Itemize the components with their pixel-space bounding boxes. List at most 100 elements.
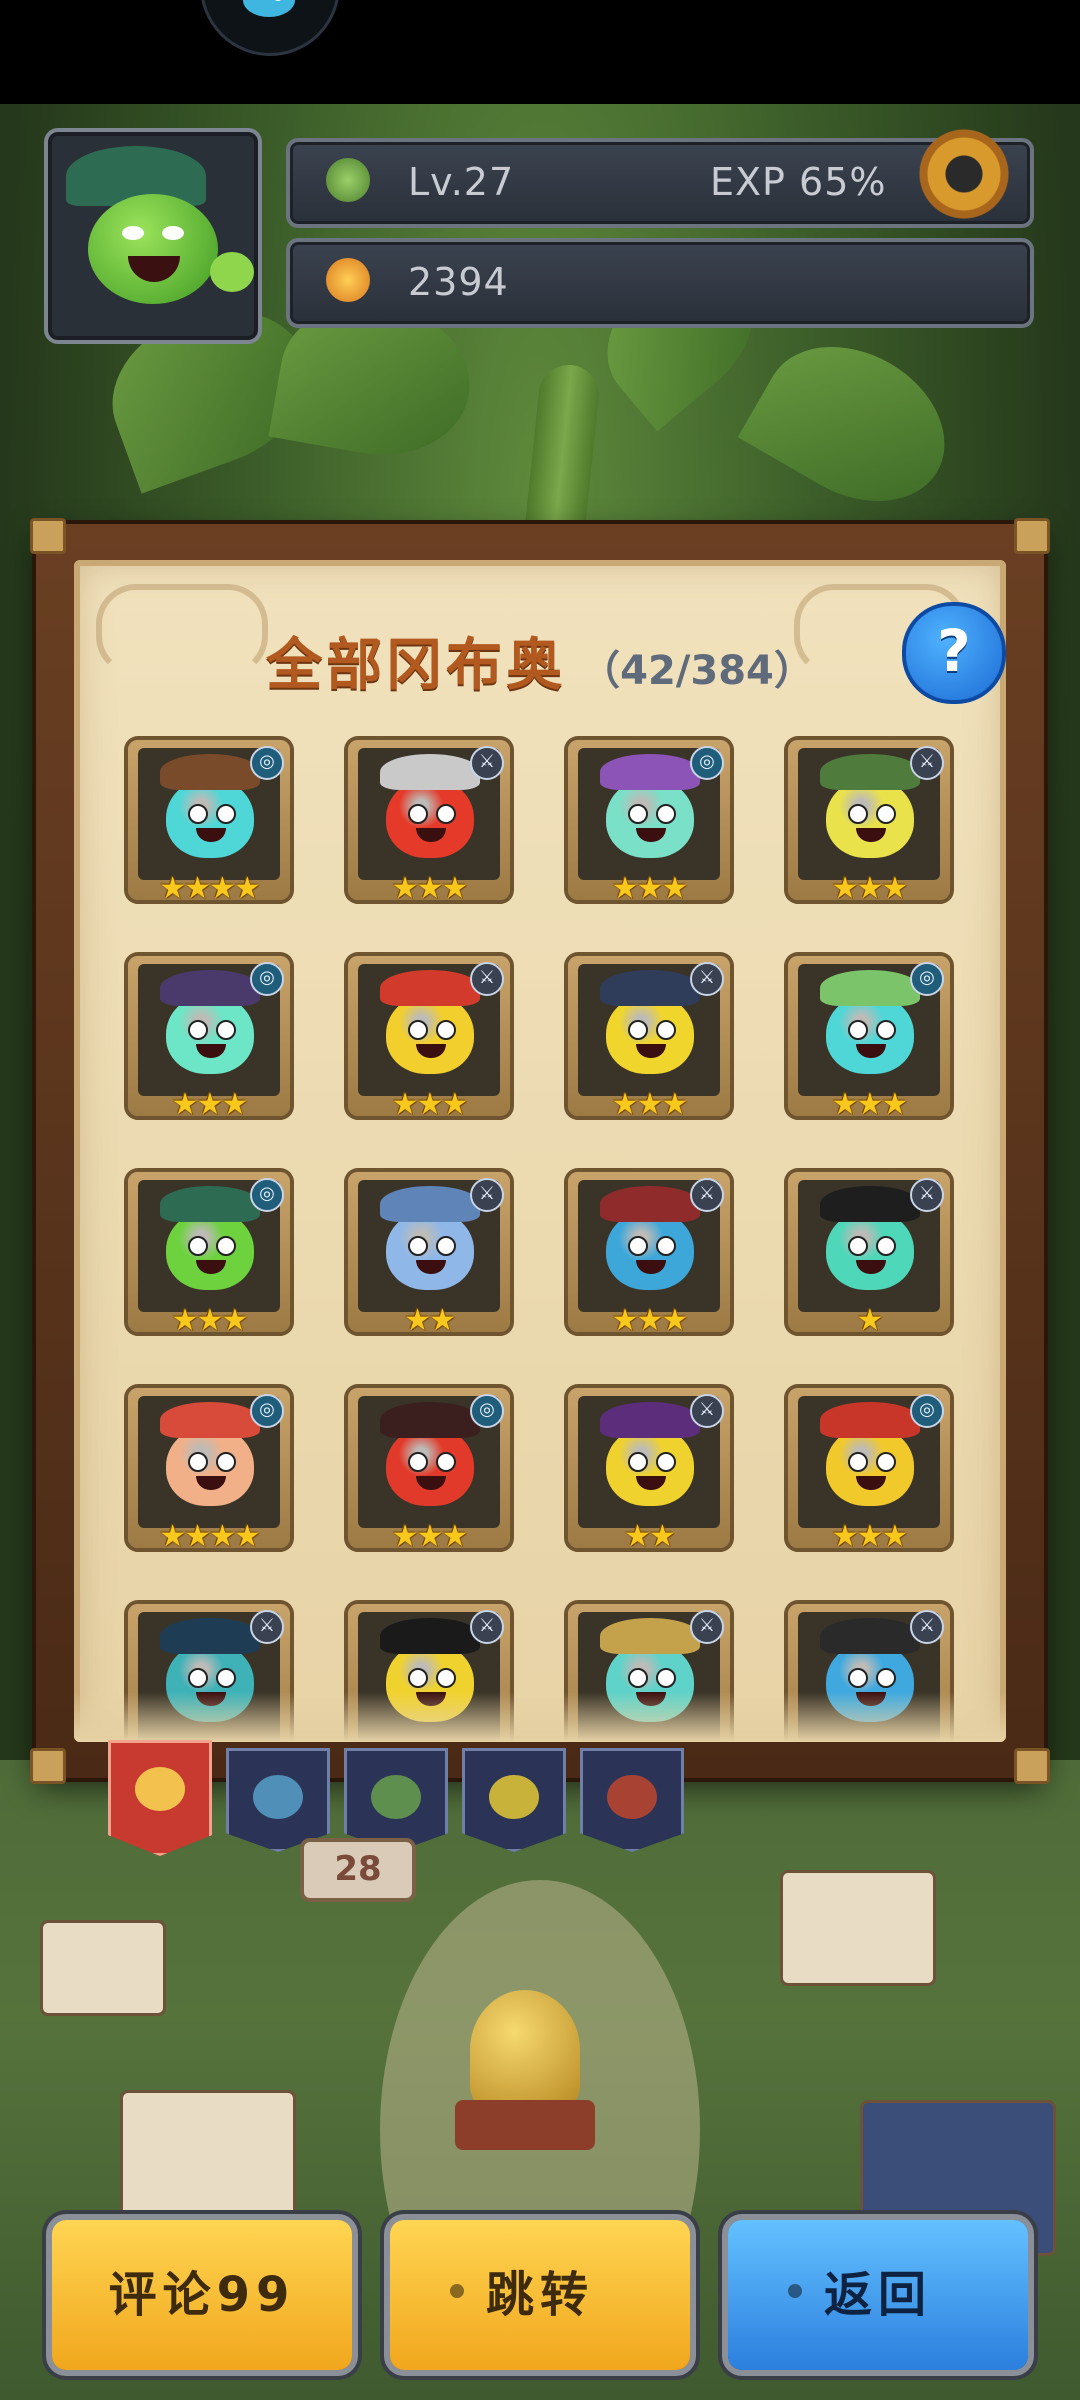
grid-fade [74,1692,1006,1742]
house [120,2090,296,2236]
currency-bar: 2394 [286,238,1034,328]
monster-hat [600,970,700,1006]
star-rating: ★★★ [611,1303,689,1338]
tab-all-icon [135,1767,185,1811]
monster-hat [160,970,260,1006]
monster-hat [380,754,480,790]
monster-body [166,1426,254,1506]
spiral-badge-icon: ◎ [250,1394,284,1428]
player-avatar[interactable] [44,128,262,344]
monster-card[interactable]: ◎ ★★★★ [128,1388,290,1554]
tab-blue-icon [253,1775,303,1819]
gear-icon[interactable] [910,120,1018,228]
spiral-badge-icon: ◎ [250,1178,284,1212]
star-rating: ★★★★ [159,871,261,906]
star-rating: ★★★ [391,871,469,906]
monster-body [606,778,694,858]
monster-body [386,1426,474,1506]
sword-badge-icon: ⚔ [690,1178,724,1212]
help-icon: ? [937,617,971,685]
fruit-currency-icon [326,258,370,302]
monster-card[interactable]: ◎ ★★★ [788,956,950,1122]
monster-card[interactable]: ◎ ★★★ [128,1172,290,1338]
monster-card[interactable]: ⚔ ★★ [568,1388,730,1554]
monster-body [166,1210,254,1290]
monster-card[interactable]: ⚔ ★★★ [348,740,510,906]
spiral-badge-icon: ◎ [250,962,284,996]
sword-badge-icon: ⚔ [470,1610,504,1644]
monster-card[interactable]: ◎ ★★★ [788,1388,950,1554]
monster-hat [160,754,260,790]
monster-card[interactable]: ⚔ ★★★ [568,956,730,1122]
currency-amount: 2394 [408,260,509,304]
star-rating: ★ [856,1303,884,1338]
floor-sign: 28 [300,1838,416,1902]
avatar-pet [210,252,254,292]
tab-yellow-icon [489,1775,539,1819]
monster-card[interactable]: ◎ ★★★ [568,740,730,906]
tab-green[interactable] [344,1748,448,1852]
monster-card[interactable]: ⚔ ★★★ [348,956,510,1122]
leaf-decoration [737,315,973,533]
tab-yellow[interactable] [462,1748,566,1852]
panel-title: 全部冈布奥 （42/384） [74,620,1006,701]
sword-badge-icon: ⚔ [690,1610,724,1644]
monster-hat [160,1186,260,1222]
sword-badge-icon: ⚔ [910,746,944,780]
sword-badge-icon: ⚔ [250,1610,284,1644]
collection-count: （42/384） [580,648,814,694]
star-rating: ★★★ [391,1519,469,1554]
star-rating: ★★★ [831,871,909,906]
monster-body [166,994,254,1074]
house [40,1920,166,2016]
monster-hat [380,1186,480,1222]
comment-button[interactable]: 评论99 [52,2220,352,2370]
sword-badge-icon: ⚔ [690,1394,724,1428]
spiral-badge-icon: ◎ [690,746,724,780]
monster-hat [160,1402,260,1438]
monster-card[interactable]: ⚔ ★★★ [568,1172,730,1338]
tab-red[interactable] [580,1748,684,1852]
monster-card[interactable]: ⚔ ★ [788,1172,950,1338]
star-rating: ★★★ [831,1087,909,1122]
star-rating: ★★ [624,1519,676,1554]
monster-card[interactable]: ◎ ★★★ [348,1388,510,1554]
tab-blue[interactable] [226,1748,330,1852]
back-button[interactable]: 返回 [728,2220,1028,2370]
star-rating: ★★★ [171,1087,249,1122]
leaf-level-icon [326,158,370,202]
panel-content: 全部冈布奥 （42/384） ? ◎ ★★★★ ⚔ ★★★ ◎ ★★★ ⚔ ★★★ ◎ ★★★ ⚔ ★★… [74,560,1006,1742]
monster-body [826,1426,914,1506]
panel-corner [1014,518,1050,554]
monster-card[interactable]: ◎ ★★★★ [128,740,290,906]
top-status-bar [0,0,1080,104]
monster-card[interactable]: ⚔ ★★★ [788,740,950,906]
monster-hat [820,1618,920,1654]
app-logo [200,0,340,56]
golden-statue [470,1990,580,2110]
sword-badge-icon: ⚔ [470,1178,504,1212]
tab-green-icon [371,1775,421,1819]
tab-all[interactable] [108,1740,212,1856]
star-rating: ★★★ [391,1087,469,1122]
statue-base [455,2100,595,2150]
help-button[interactable]: ? [902,602,1006,704]
star-rating: ★★★ [171,1303,249,1338]
monster-card[interactable]: ⚔ ★★ [348,1172,510,1338]
monster-hat [380,1618,480,1654]
sword-badge-icon: ⚔ [910,1610,944,1644]
star-rating: ★★★★ [159,1519,261,1554]
sword-badge-icon: ⚔ [470,746,504,780]
monster-body [386,778,474,858]
jump-button[interactable]: 跳转 [390,2220,690,2370]
monster-hat [820,754,920,790]
monster-hat [820,970,920,1006]
monster-hat [600,1618,700,1654]
comment-button-label: 评论99 [108,2267,296,2323]
star-rating: ★★★ [611,871,689,906]
monster-card[interactable]: ◎ ★★★ [128,956,290,1122]
title-text: 全部冈布奥 [266,633,567,698]
sword-badge-icon: ⚔ [470,962,504,996]
monster-body [606,1426,694,1506]
level-text: Lv.27 [408,160,515,204]
